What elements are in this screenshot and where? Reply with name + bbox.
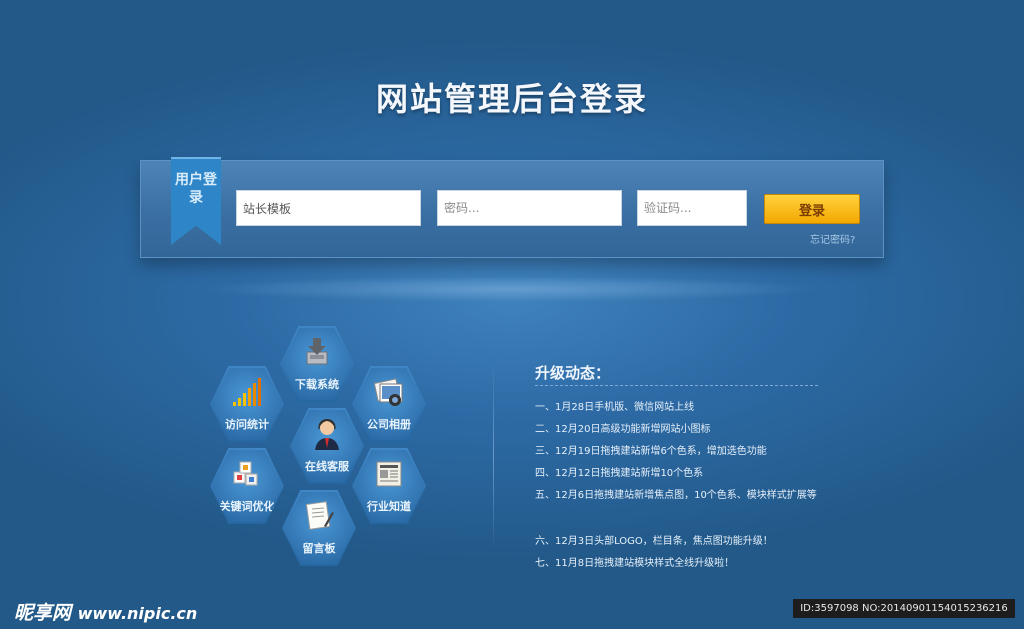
login-button[interactable]: 登录 xyxy=(764,194,860,224)
module-label: 留言板 xyxy=(302,542,336,555)
module-label: 关键词优化 xyxy=(219,500,275,513)
news-item[interactable]: 四、12月12日拖拽建站新增10个色系 xyxy=(535,463,820,485)
news-item[interactable]: 一、1月28日手机版、微信网站上线 xyxy=(535,397,820,419)
bar-chart-icon xyxy=(233,378,261,406)
news-item[interactable]: 五、12月6日拖拽建站新增焦点图，10个色系、模块样式扩展等 xyxy=(535,485,820,507)
captcha-input[interactable] xyxy=(637,190,747,226)
module-download[interactable]: 下载系统 xyxy=(280,326,354,402)
module-album[interactable]: 公司相册 xyxy=(352,366,426,442)
module-label: 下载系统 xyxy=(295,378,339,391)
section-divider xyxy=(493,362,494,550)
module-customer-service[interactable]: 在线客服 xyxy=(290,408,364,484)
watermark-logo-text: 昵享网 xyxy=(14,602,72,624)
module-message-board[interactable]: 留言板 xyxy=(282,490,356,566)
page-title: 网站管理后台登录 xyxy=(375,80,648,118)
password-input[interactable] xyxy=(437,190,622,226)
module-label: 行业知道 xyxy=(367,500,411,513)
keyword-blocks-icon xyxy=(233,461,258,486)
news-heading-rule xyxy=(535,385,818,386)
ribbon-label: 用户登录 xyxy=(175,172,217,206)
watermark-logo: 昵享网 www.nipic.cn xyxy=(14,598,197,625)
message-note-icon xyxy=(305,501,334,530)
module-stats[interactable]: 访问统计 xyxy=(210,366,284,442)
news-item[interactable]: 六、12月3日头部LOGO，栏目条，焦点图功能升级！ xyxy=(535,531,820,553)
module-label: 访问统计 xyxy=(225,418,269,431)
module-keyword[interactable]: 关键词优化 xyxy=(210,448,284,524)
customer-service-icon xyxy=(315,419,339,450)
forgot-password-link[interactable]: 忘记密码? xyxy=(810,231,855,246)
news-item[interactable]: 三、12月19日拖拽建站新增6个色系，增加选色功能 xyxy=(535,441,820,463)
panel-glow xyxy=(200,276,820,302)
module-industry[interactable]: 行业知道 xyxy=(352,448,426,524)
news-item[interactable]: 二、12月20日高级功能新增网站小图标 xyxy=(535,419,820,441)
module-label: 公司相册 xyxy=(367,418,411,431)
username-input[interactable] xyxy=(236,190,421,226)
watermark-site: www.nipic.cn xyxy=(77,604,198,623)
module-label: 在线客服 xyxy=(305,460,349,473)
photo-album-icon xyxy=(374,378,403,406)
news-item[interactable]: 七、11月8日拖拽建站模块样式全线升级啦！ xyxy=(535,553,820,575)
watermark-id: ID:3597098 NO:20140901154015236216 xyxy=(793,599,1015,618)
news-heading: 升级动态： xyxy=(535,364,611,382)
newspaper-icon xyxy=(376,461,402,487)
download-icon xyxy=(306,338,328,365)
